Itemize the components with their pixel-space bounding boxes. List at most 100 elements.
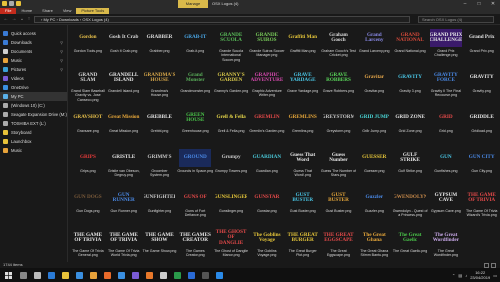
file-item[interactable]: GREBBLE Grebbl.png	[142, 107, 178, 147]
file-item[interactable]: GYPSUM CAVE Gypsum Cave.png	[428, 187, 464, 227]
file-item[interactable]: GRANDMA'S HOUSE Grandma's House.png	[142, 67, 178, 107]
file-item[interactable]: Graham Gooch Graham Gooch's Test Cricket.…	[321, 27, 357, 67]
back-arrow-icon[interactable]: ←	[2, 15, 10, 24]
file-item[interactable]: GRID JUMP Gr8r Jump.png	[356, 107, 392, 147]
settings-icon[interactable]	[156, 268, 170, 282]
file-item[interactable]: Great Mission Great Mission.png	[106, 107, 142, 147]
file-item[interactable]: GRIPS Grips.png	[70, 147, 106, 187]
file-item[interactable]: GWENDOLYN Gwendolyn - Quest of a Princess…	[392, 187, 428, 227]
task-view-icon[interactable]	[30, 268, 44, 282]
file-item[interactable]: Grumpy Grumpy Towers.png	[213, 147, 249, 187]
media-icon[interactable]	[142, 268, 156, 282]
network-icon[interactable]: ▤	[458, 273, 462, 278]
minimize-button[interactable]: –	[458, 0, 472, 8]
file-item[interactable]: Gordon Gordon Tools.png	[70, 27, 106, 67]
nav-item[interactable]: Downloads ⚲	[0, 38, 67, 47]
folder-icon[interactable]	[2, 1, 7, 6]
file-item[interactable]: The Great Gaelic The Great Gaelic.png	[392, 227, 428, 267]
file-item[interactable]: THE GAMES CREATOR The Games Creator.png	[177, 227, 213, 267]
file-item[interactable]: GUNSTAR Gunstar.png	[249, 187, 285, 227]
nav-item[interactable]: Seagate Expansion Drive (M:)	[0, 110, 67, 119]
nav-item[interactable]: Videos	[0, 74, 67, 83]
file-item[interactable]: THE GAME OF TRIVIA The Game Of Trivia Wor…	[106, 227, 142, 267]
file-item[interactable]: Grand Prix Grand Prix.png	[464, 27, 500, 67]
folder-icon[interactable]	[58, 268, 72, 282]
file-item[interactable]: GRANDELL ISLAND Grandell Island.png	[106, 67, 142, 107]
file-item[interactable]: GRANNY'S GARDEN Granny's Garden.png	[213, 67, 249, 107]
file-item[interactable]: THE GREAT EGGSCAPE The Great Eggscape.png	[321, 227, 357, 267]
file-item[interactable]: GUN CITY Gun City.png	[464, 147, 500, 187]
file-item[interactable]: GRAND PRIX CHALLENGE Grand Prix Challenge…	[428, 27, 464, 67]
file-item[interactable]: GRANDE SUIROS Grande Suiros Soccer Manage…	[249, 27, 285, 67]
file-item[interactable]: GREEN HOUSE Greenhouse.png	[177, 107, 213, 147]
close-button[interactable]: ✕	[486, 0, 500, 8]
volume-icon[interactable]: ♪	[465, 273, 467, 278]
file-item[interactable]: GRAND NATIONAL Grand National.png	[392, 27, 428, 67]
file-item[interactable]: Grell & Fella Grell & Fella.png	[213, 107, 249, 147]
photoshop-icon[interactable]	[212, 268, 226, 282]
excel-icon[interactable]	[170, 268, 184, 282]
photos-icon[interactable]	[128, 268, 142, 282]
firefox-icon[interactable]	[100, 268, 114, 282]
file-item[interactable]: GROUND Grounds in Space.png	[177, 147, 213, 187]
clock[interactable]: 16:22 23/04/2019	[470, 270, 490, 280]
file-item[interactable]: GRAVITY Gravity 3.png	[392, 67, 428, 107]
store-icon[interactable]	[72, 268, 86, 282]
properties-icon[interactable]	[9, 1, 14, 6]
file-item[interactable]: Gravitar Gravitar.png	[356, 67, 392, 107]
file-item[interactable]: GUST BUSTER Gust Buster.png	[285, 187, 321, 227]
file-item[interactable]: THE GHOST OF DANGLIE The Ghost of Danglie…	[213, 227, 249, 267]
file-item[interactable]: GRAVITY FORCE Gravity II The Final Recour…	[428, 67, 464, 107]
mail-icon[interactable]	[114, 268, 128, 282]
file-item[interactable]: Guzzler Guzzler.png	[356, 187, 392, 227]
file-item[interactable]: GUN RUNNER Gun Runner.png	[106, 187, 142, 227]
file-item[interactable]: GREYSTORM Greystorm.png	[321, 107, 357, 147]
chrome-icon[interactable]	[86, 268, 100, 282]
nav-item[interactable]: Quick access	[0, 29, 67, 38]
file-item[interactable]: GRIDDLE Gridload.png	[464, 107, 500, 147]
file-item[interactable]: Guess That Word Guess That Word!.png	[285, 147, 321, 187]
new-folder-icon[interactable]	[16, 1, 21, 6]
file-item[interactable]: GUARDIAN Guardian.png	[249, 147, 285, 187]
file-item[interactable]: GREMLINS Gremlins.png	[285, 107, 321, 147]
file-item[interactable]: GRANDE SCUOLA Grande Scuola International…	[213, 27, 249, 67]
nav-item[interactable]: Pictures ⚲	[0, 65, 67, 74]
nav-item[interactable]: OneDrive	[0, 83, 67, 92]
file-item[interactable]: Grand Monster Grandmonster.png	[177, 67, 213, 107]
details-view-icon[interactable]	[484, 262, 489, 268]
start-button[interactable]	[0, 268, 16, 282]
file-item[interactable]: Guess Number Guess The Number of Stars.pn…	[321, 147, 357, 187]
nav-item[interactable]: TOSHIBA EXT (L:)	[0, 119, 67, 128]
file-item[interactable]: GRAB-IT Grab-it.png	[177, 27, 213, 67]
nav-item[interactable]: Music ⚲	[0, 56, 67, 65]
file-item[interactable]: GREMLIN Gremlin's Garden.png	[249, 107, 285, 147]
nav-item[interactable]: Music	[0, 146, 67, 155]
file-item[interactable]: GUN Gunfishes.png	[428, 147, 464, 187]
search-input[interactable]: Search OSX Logos (4)	[418, 16, 494, 23]
file-item[interactable]: THE GAME OF TRIVIA The Game Of Trivia Gen…	[70, 227, 106, 267]
file-item[interactable]: GUNFIGHTER Gunfighter.png	[142, 187, 178, 227]
manage-contextual-tab[interactable]: Manage	[178, 0, 208, 8]
file-item[interactable]: GRAND SLAM Grand Slam Baseball Gravity vs…	[70, 67, 106, 107]
file-item[interactable]: The Great Wordfinder The Great Wordfinder…	[428, 227, 464, 267]
file-item[interactable]: GRAVSHOT Gravsare.png	[70, 107, 106, 147]
file-item[interactable]: GUESSER Guesser.png	[356, 147, 392, 187]
search-icon[interactable]	[16, 268, 30, 282]
forward-arrow-icon[interactable]: →	[10, 15, 18, 24]
maximize-button[interactable]: □	[472, 0, 486, 8]
file-item[interactable]: THE GAME OF TRIVIA The Game Of Trivia Wiz…	[464, 187, 500, 227]
file-item[interactable]: THE GAME SHOW The Game Show.png	[142, 227, 178, 267]
nav-item[interactable]: (Windows 10) (C:)	[0, 101, 67, 110]
file-item[interactable]: Grand Larceny Grand Larceny.png	[356, 27, 392, 67]
file-item[interactable]: GRAVE ROBBERS Grave Robbers.png	[321, 67, 357, 107]
file-item[interactable]: GRAPHIC ADVENTURE Graphic Adventure Write…	[249, 67, 285, 107]
large-icons-view-icon[interactable]	[491, 262, 496, 268]
file-item[interactable]: The Great Ghana The Great Ghana Stimm Ban…	[356, 227, 392, 267]
terminal-icon[interactable]	[198, 268, 212, 282]
edge-icon[interactable]	[44, 268, 58, 282]
file-item[interactable]: GUN DOGS Gun Dogs.png	[70, 187, 106, 227]
file-item[interactable]: GRIMM'S Groomber System.png	[142, 147, 178, 187]
nav-item[interactable]: Documents ⚲	[0, 47, 67, 56]
file-item[interactable]: GRISTLE Gristle van Obeson, Degruy.png	[106, 147, 142, 187]
file-item[interactable]: Graffiti Man Graffiti Man.png	[285, 27, 321, 67]
